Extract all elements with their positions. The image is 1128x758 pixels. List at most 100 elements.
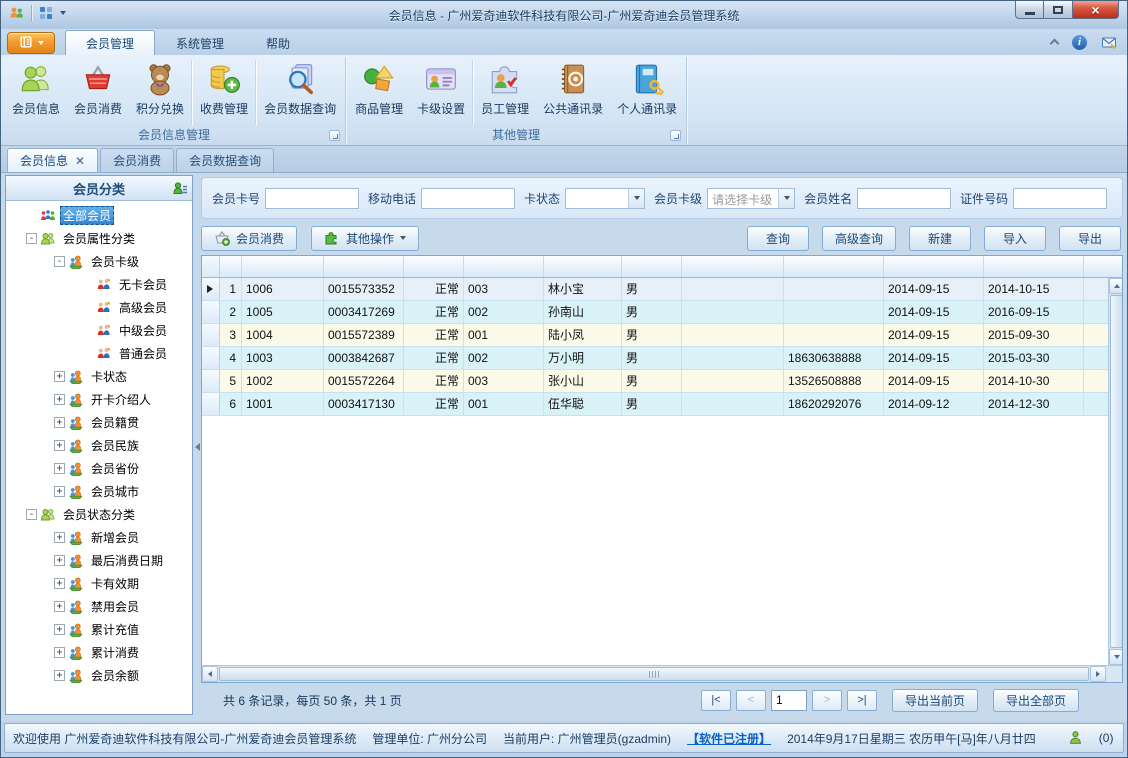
tree-expander-icon[interactable]: + xyxy=(54,578,65,589)
minimize-button[interactable] xyxy=(1015,1,1044,19)
tree-expander-icon[interactable]: + xyxy=(54,601,65,612)
horizontal-scroll-thumb[interactable] xyxy=(219,667,1089,681)
next-page-button[interactable]: > xyxy=(811,689,842,711)
tree-expander-icon[interactable]: + xyxy=(54,647,65,658)
column-header[interactable] xyxy=(622,256,682,277)
column-header[interactable] xyxy=(242,256,324,277)
export-button[interactable]: 导出 xyxy=(1059,225,1121,251)
tree-item[interactable]: + 最后消费日期 xyxy=(6,549,192,572)
page-number-input[interactable] xyxy=(770,689,807,711)
tree-item[interactable]: 普通会员 xyxy=(6,342,192,365)
scroll-right-icon[interactable] xyxy=(1090,666,1106,682)
tree-expander-icon[interactable]: + xyxy=(54,440,65,451)
tree-item[interactable]: + 累计充值 xyxy=(6,618,192,641)
ribbon-button[interactable]: 个人通讯录 xyxy=(610,58,684,127)
ribbon-tab[interactable]: 帮助 xyxy=(245,30,311,55)
card-level-select[interactable]: 请选择卡级 xyxy=(707,187,796,209)
ribbon-button[interactable]: 会员信息 xyxy=(5,58,67,127)
row-selector-cell[interactable] xyxy=(202,324,220,346)
horizontal-scrollbar[interactable] xyxy=(202,665,1122,682)
ribbon-button[interactable]: 积分兑换 xyxy=(129,58,193,127)
row-selector-cell[interactable] xyxy=(202,347,220,369)
document-tab[interactable]: 会员消费 ✕ xyxy=(100,148,175,172)
column-header[interactable] xyxy=(324,256,404,277)
panel-user-icon[interactable] xyxy=(172,180,188,196)
advanced-query-button[interactable]: 高级查询 xyxy=(821,225,896,251)
column-header[interactable] xyxy=(884,256,984,277)
query-button[interactable]: 查询 xyxy=(746,225,809,251)
vertical-scrollbar[interactable] xyxy=(1108,278,1122,665)
info-icon[interactable]: i xyxy=(1072,34,1087,50)
tree-item[interactable]: + 会员余额 xyxy=(6,664,192,687)
table-row[interactable]: 1 1006 0015573352 正常 003 林小宝 男 2014-09-1… xyxy=(202,278,1108,301)
scroll-left-icon[interactable] xyxy=(202,666,218,682)
column-header[interactable] xyxy=(1084,256,1108,277)
export-all-pages-button[interactable]: 导出全部页 xyxy=(992,688,1079,712)
ribbon-button[interactable]: 商品管理 xyxy=(348,58,410,127)
chevron-down-icon[interactable] xyxy=(778,188,795,208)
tree-item[interactable]: + 新增会员 xyxy=(6,526,192,549)
tree-expander-icon[interactable]: + xyxy=(54,670,65,681)
restore-button[interactable] xyxy=(1044,1,1073,19)
feedback-mail-icon[interactable] xyxy=(1101,34,1117,50)
tree-expander-icon[interactable]: - xyxy=(26,509,37,520)
registered-link[interactable]: 【软件已注册】 xyxy=(687,730,771,747)
tree-item[interactable]: + 卡状态 xyxy=(6,365,192,388)
tree-expander-icon[interactable]: - xyxy=(54,256,65,267)
tree-item[interactable]: + 会员城市 xyxy=(6,480,192,503)
table-row[interactable]: 5 1002 0015572264 正常 003 张小山 男 135265088… xyxy=(202,370,1108,393)
dialog-launcher-icon[interactable] xyxy=(670,130,682,141)
mobile-input[interactable] xyxy=(421,187,516,209)
tree-item[interactable]: 全部会员 xyxy=(6,204,192,227)
close-button[interactable]: × xyxy=(1073,1,1119,19)
column-header[interactable] xyxy=(784,256,884,277)
scroll-down-icon[interactable] xyxy=(1109,649,1122,665)
close-tab-icon[interactable]: ✕ xyxy=(75,155,85,167)
first-page-button[interactable]: |< xyxy=(700,689,731,711)
row-selector-cell[interactable] xyxy=(202,301,220,323)
tree-expander-icon[interactable]: + xyxy=(54,417,65,428)
card-status-select[interactable] xyxy=(565,187,646,209)
column-header[interactable] xyxy=(464,256,544,277)
member-name-input[interactable] xyxy=(857,187,952,209)
export-current-page-button[interactable]: 导出当前页 xyxy=(891,688,978,712)
tree-item[interactable]: + 会员省份 xyxy=(6,457,192,480)
ribbon-button[interactable]: 收费管理 xyxy=(193,58,257,127)
collapse-ribbon-icon[interactable] xyxy=(1049,38,1060,49)
other-operations-button[interactable]: 其他操作 xyxy=(311,225,420,251)
tree-expander-icon[interactable]: + xyxy=(54,371,65,382)
online-user-icon[interactable] xyxy=(1068,730,1083,746)
document-tab[interactable]: 会员数据查询 ✕ xyxy=(176,148,275,172)
tree-expander-icon[interactable]: + xyxy=(54,394,65,405)
table-row[interactable]: 2 1005 0003417269 正常 002 孙南山 男 2014-09-1… xyxy=(202,301,1108,324)
row-selector-cell[interactable] xyxy=(202,278,220,300)
table-row[interactable]: 4 1003 0003842687 正常 002 万小明 男 186306388… xyxy=(202,347,1108,370)
ribbon-button[interactable]: 卡级设置 xyxy=(410,58,474,127)
application-menu-button[interactable] xyxy=(7,32,55,54)
tree-item[interactable]: - 会员状态分类 xyxy=(6,503,192,526)
document-tab[interactable]: 会员信息 ✕ xyxy=(7,148,99,172)
tree-expander-icon[interactable]: + xyxy=(54,532,65,543)
ribbon-tab[interactable]: 系统管理 xyxy=(155,30,245,55)
tree-expander-icon[interactable]: + xyxy=(54,486,65,497)
scroll-up-icon[interactable] xyxy=(1109,278,1122,294)
tree-item[interactable]: + 累计消费 xyxy=(6,641,192,664)
id-number-input[interactable] xyxy=(1013,187,1108,209)
tree-item[interactable]: + 会员民族 xyxy=(6,434,192,457)
ribbon-button[interactable]: 员工管理 xyxy=(474,58,536,127)
row-selector-cell[interactable] xyxy=(202,370,220,392)
tree-expander-icon[interactable]: - xyxy=(26,233,37,244)
tree-item[interactable]: + 卡有效期 xyxy=(6,572,192,595)
tree-item[interactable]: 无卡会员 xyxy=(6,273,192,296)
member-consume-button[interactable]: 会员消费 xyxy=(201,225,298,251)
table-row[interactable]: 3 1004 0015572389 正常 001 陆小凤 男 2014-09-1… xyxy=(202,324,1108,347)
new-button[interactable]: 新建 xyxy=(909,225,971,251)
tree-item[interactable]: 中级会员 xyxy=(6,319,192,342)
import-button[interactable]: 导入 xyxy=(984,225,1046,251)
prev-page-button[interactable]: < xyxy=(735,689,766,711)
card-number-input[interactable] xyxy=(265,187,360,209)
column-header[interactable] xyxy=(984,256,1084,277)
tree-item[interactable]: 高级会员 xyxy=(6,296,192,319)
vertical-scroll-thumb[interactable] xyxy=(1110,295,1122,648)
tree-expander-icon[interactable]: + xyxy=(54,555,65,566)
